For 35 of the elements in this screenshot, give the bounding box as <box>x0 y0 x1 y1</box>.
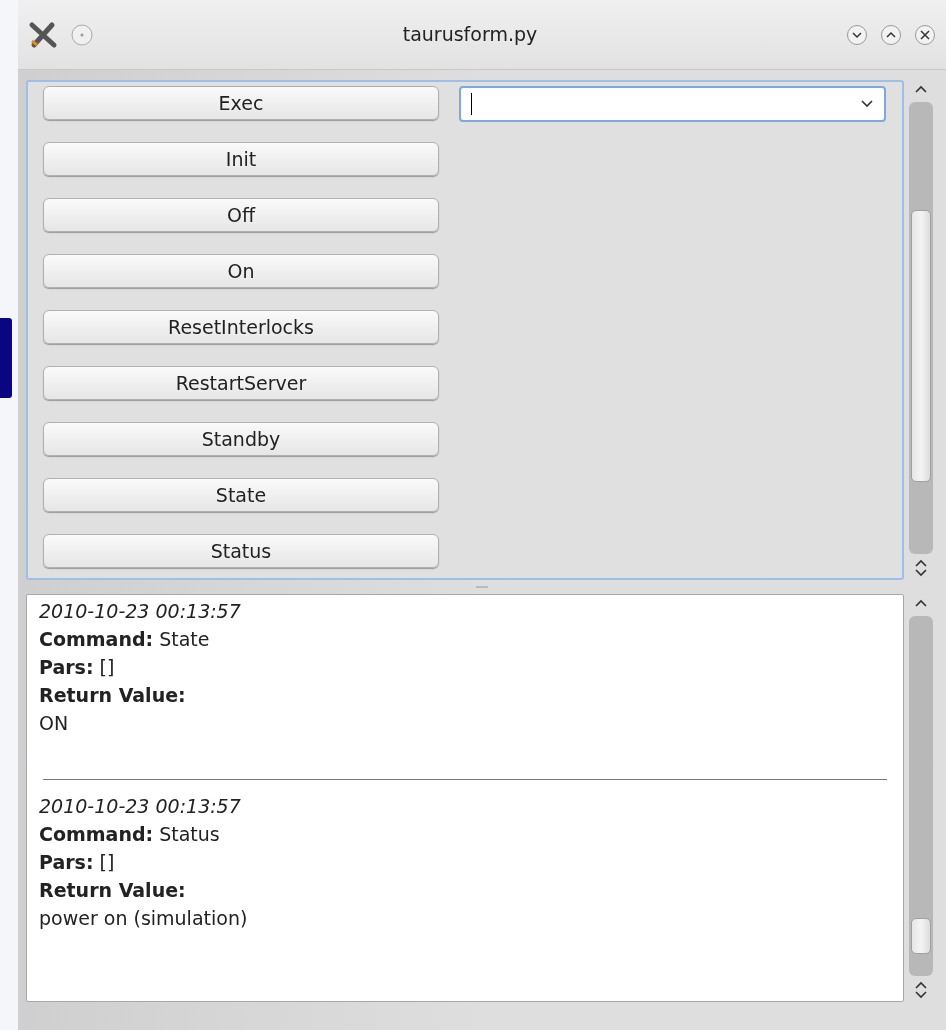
command-button[interactable]: Standby <box>43 422 439 456</box>
command-text: Command: State <box>39 627 211 652</box>
window-title: taurusform.py <box>401 22 539 48</box>
scrollbar-track[interactable] <box>909 616 933 976</box>
return-label: Return Value: <box>39 683 187 708</box>
return-value: power on (simulation) <box>39 906 249 931</box>
pars-text: Pars: [] <box>39 655 116 680</box>
command-button[interactable]: Status <box>43 534 439 568</box>
command-button[interactable]: On <box>43 254 439 288</box>
scroll-up-icon[interactable] <box>914 980 928 990</box>
minimize-icon[interactable] <box>846 23 868 46</box>
command-button[interactable]: RestartServer <box>43 366 439 400</box>
command-text: Command: Status <box>39 822 221 847</box>
command-button[interactable]: Init <box>43 142 439 176</box>
dropdown-caret-icon[interactable] <box>860 99 874 109</box>
scroll-down-icon[interactable] <box>914 568 928 578</box>
command-button[interactable]: ResetInterlocks <box>43 310 439 344</box>
scrollbar-thumb[interactable] <box>911 210 931 482</box>
scrollbar-track[interactable] <box>909 102 933 554</box>
command-button[interactable]: Off <box>43 198 439 232</box>
command-button[interactable]: Exec <box>43 86 439 120</box>
timestamp-text: 2010-10-23 00:13:57 <box>39 794 242 819</box>
app-logo-icon <box>28 20 58 49</box>
scroll-up-icon[interactable] <box>914 598 928 608</box>
scroll-up-icon[interactable] <box>914 84 928 94</box>
scroll-down-icon[interactable] <box>914 990 928 1000</box>
return-label: Return Value: <box>39 878 187 903</box>
return-value: ON <box>39 711 70 736</box>
scroll-up-icon[interactable] <box>914 558 928 568</box>
close-icon[interactable] <box>914 23 936 46</box>
pars-text: Pars: [] <box>39 850 116 875</box>
scrollbar-thumb[interactable] <box>911 918 931 954</box>
command-button[interactable]: State <box>43 478 439 512</box>
maximize-icon[interactable] <box>880 23 902 46</box>
timestamp-text: 2010-10-23 00:13:57 <box>39 599 242 624</box>
